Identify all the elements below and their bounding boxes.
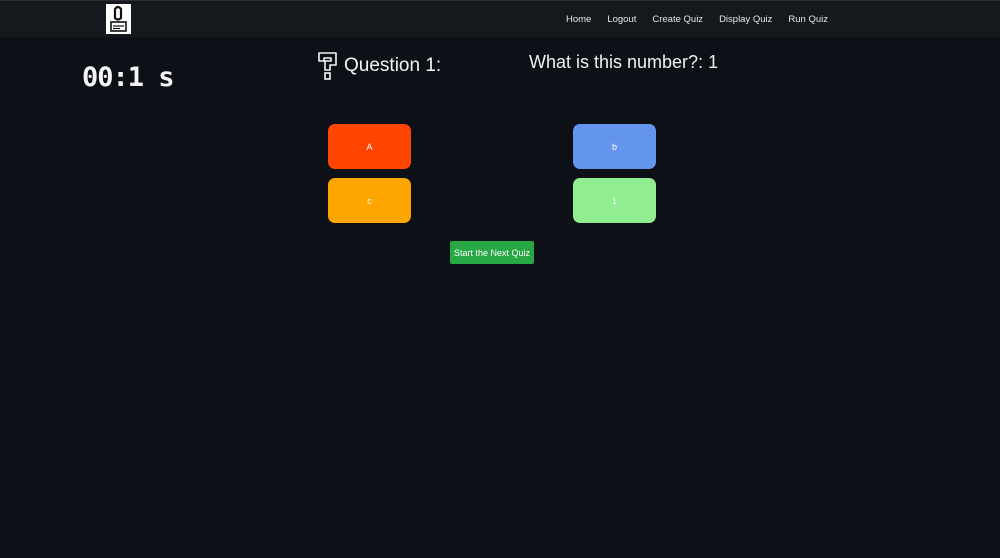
nav-logout-link[interactable]: Logout [607, 14, 636, 25]
answer-label: 1 [611, 195, 617, 206]
question-text: What is this number?: 1 [529, 52, 719, 72]
question-number-label: Question 1: [344, 55, 442, 76]
countdown-timer: 00:1 s [82, 62, 175, 93]
nav-links: Home Logout Create Quiz Display Quiz Run… [566, 1, 828, 38]
question-header: Question 1: [316, 49, 441, 83]
answer-label: A [366, 141, 373, 152]
nav-home-link[interactable]: Home [566, 14, 591, 25]
app-logo-icon[interactable] [106, 4, 131, 34]
answer-label: b [611, 141, 617, 152]
answer-button-b[interactable]: b [573, 124, 656, 169]
start-next-quiz-button[interactable]: Start the Next Quiz [450, 241, 534, 264]
answer-button-a[interactable]: A [328, 124, 411, 169]
question-mark-icon [318, 52, 337, 80]
answer-label: c [367, 195, 372, 206]
nav-display-quiz-link[interactable]: Display Quiz [719, 14, 772, 25]
answer-button-1[interactable]: 1 [573, 178, 656, 223]
top-navbar: Home Logout Create Quiz Display Quiz Run… [0, 0, 1000, 37]
nav-run-quiz-link[interactable]: Run Quiz [788, 14, 828, 25]
nav-create-quiz-link[interactable]: Create Quiz [652, 14, 703, 25]
answer-button-c[interactable]: c [328, 178, 411, 223]
